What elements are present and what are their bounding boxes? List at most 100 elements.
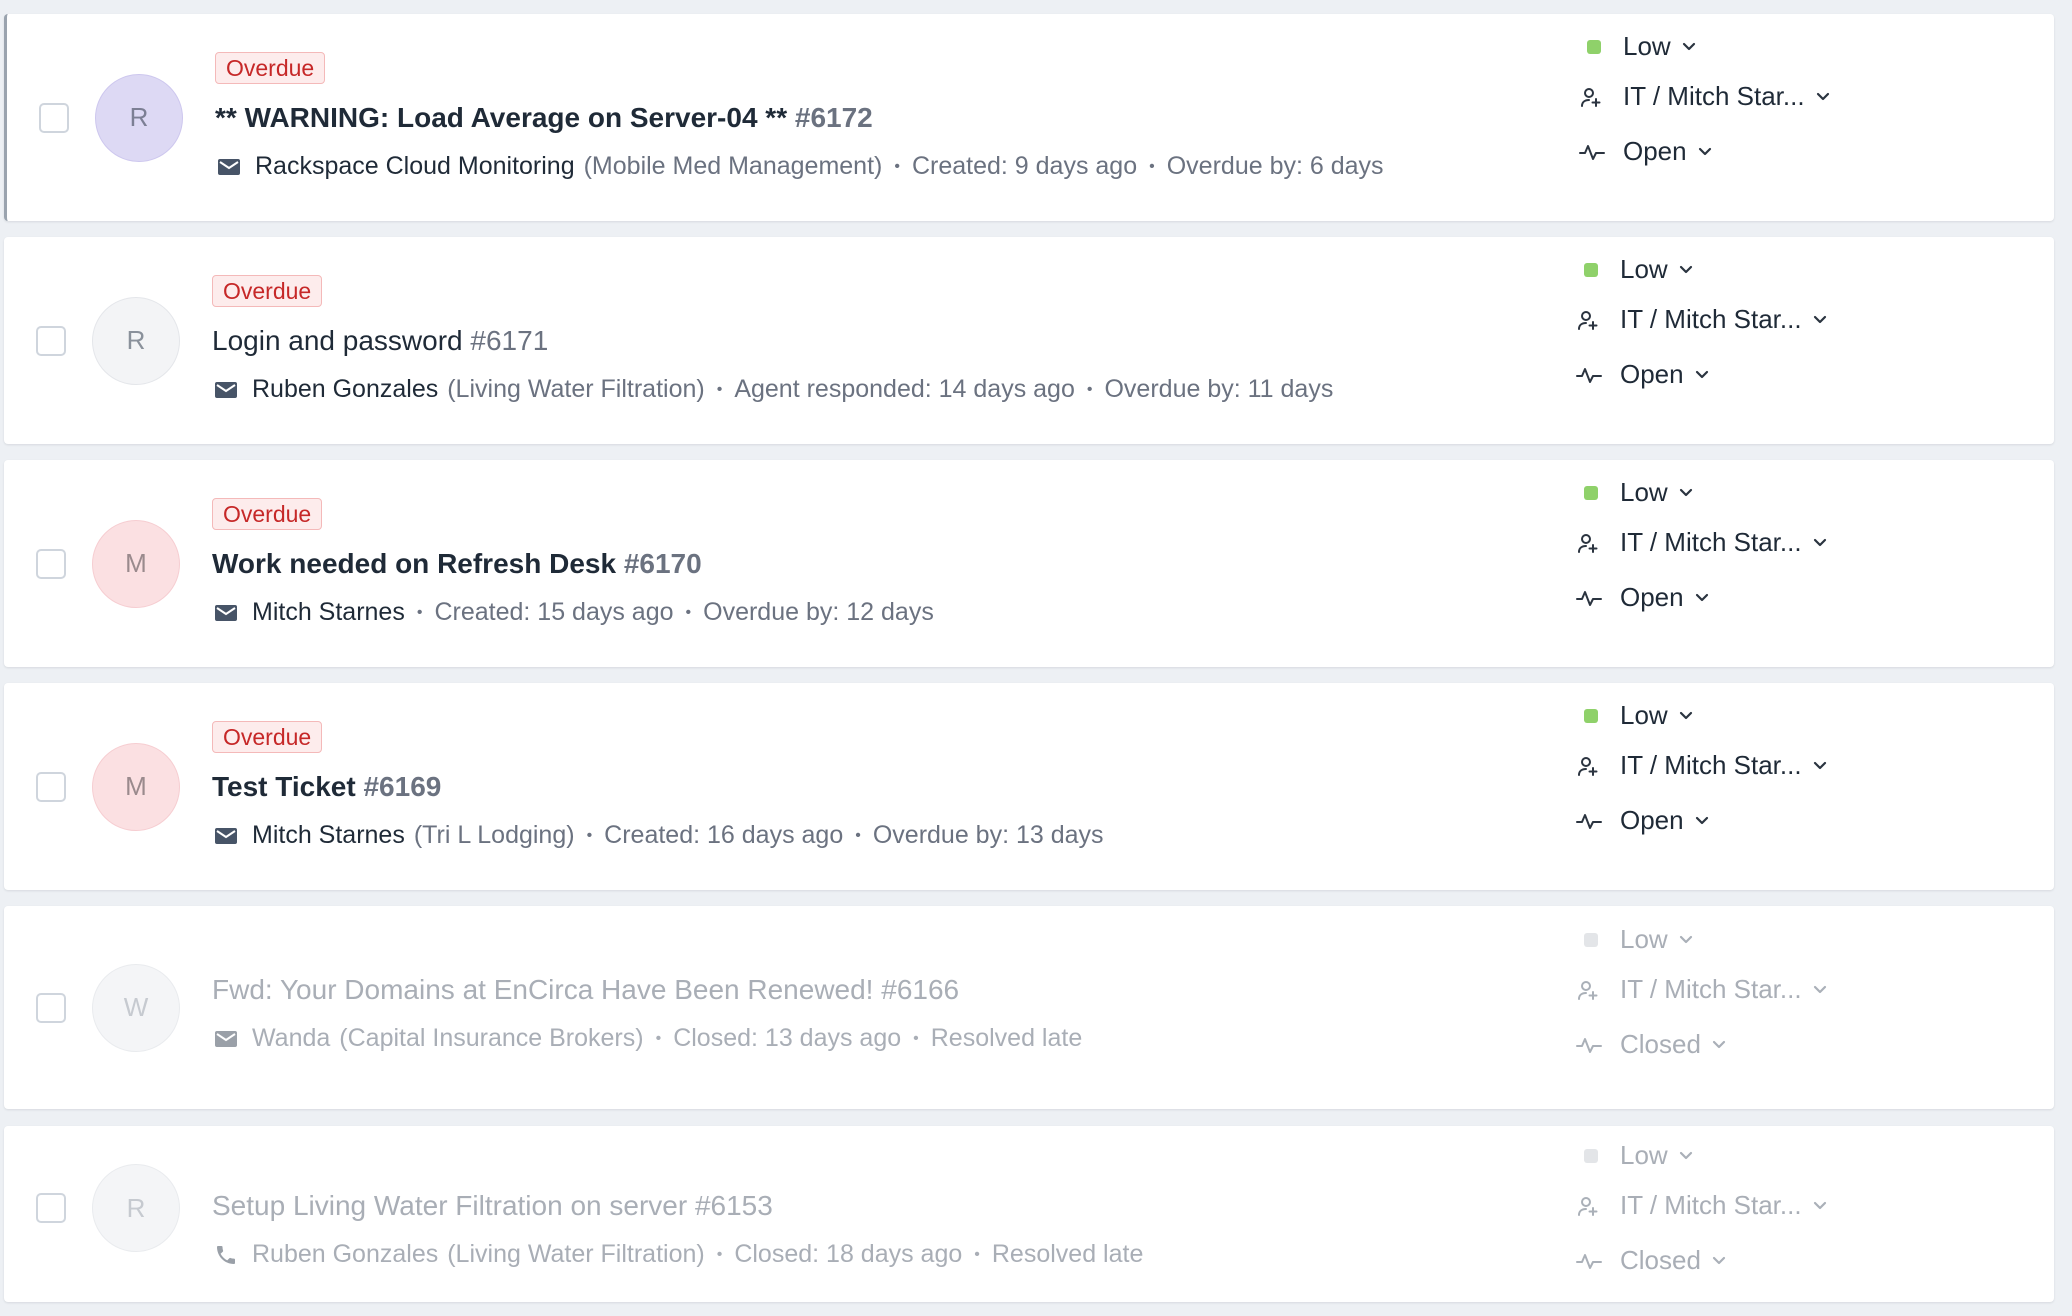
separator-dot: • bbox=[716, 380, 723, 398]
select-checkbox[interactable] bbox=[36, 325, 66, 356]
ticket-card[interactable]: R Setup Living Water Filtration on server… bbox=[4, 1126, 2054, 1302]
chevron-down-icon bbox=[1681, 41, 1697, 53]
ticket-card[interactable]: W Fwd: Your Domains at EnCirca Have Been … bbox=[4, 906, 2054, 1109]
select-checkbox[interactable] bbox=[36, 548, 66, 579]
priority-color-dot bbox=[1584, 1148, 1598, 1163]
requester-name[interactable]: Mitch Starnes bbox=[252, 821, 405, 850]
overdue-badge: Overdue bbox=[215, 52, 326, 84]
requester-name[interactable]: Wanda bbox=[252, 1024, 330, 1053]
user-plus-icon bbox=[1579, 85, 1609, 109]
ticket-number: #6171 bbox=[470, 325, 549, 356]
envelope-icon bbox=[212, 376, 240, 404]
ticket-title[interactable]: Test Ticket #6169 bbox=[212, 771, 441, 803]
assignee-label: IT / Mitch Star... bbox=[1620, 750, 1802, 780]
avatar: R bbox=[95, 73, 183, 162]
separator-dot: • bbox=[416, 603, 423, 621]
ticket-title[interactable]: ** WARNING: Load Average on Server-04 **… bbox=[215, 102, 873, 134]
separator-dot: • bbox=[1086, 380, 1093, 398]
priority-dropdown[interactable]: Low bbox=[1576, 924, 1694, 955]
status-label: Open bbox=[1620, 582, 1684, 612]
status-label: Closed bbox=[1620, 1245, 1701, 1275]
assignee-dropdown[interactable]: IT / Mitch Star... bbox=[1579, 81, 1831, 112]
requester-name[interactable]: Mitch Starnes bbox=[252, 598, 405, 627]
chevron-down-icon bbox=[1812, 984, 1828, 996]
chevron-down-icon bbox=[1694, 592, 1710, 604]
select-checkbox[interactable] bbox=[36, 1193, 66, 1223]
assignee-dropdown[interactable]: IT / Mitch Star... bbox=[1576, 974, 1828, 1005]
chevron-down-icon bbox=[1678, 487, 1694, 499]
ticket-card[interactable]: R Overdue Login and password #6171 Ruben Go… bbox=[4, 237, 2054, 444]
priority-indicator bbox=[1576, 262, 1606, 277]
ticket-detail: Overdue by: 11 days bbox=[1104, 375, 1334, 403]
phone-icon bbox=[212, 1241, 240, 1269]
select-checkbox[interactable] bbox=[36, 992, 66, 1023]
ticket-meta: Rackspace Cloud Monitoring (Mobile Med Ma… bbox=[215, 152, 1384, 181]
activity-icon bbox=[1576, 363, 1606, 387]
ticket-detail: Created: 16 days ago bbox=[604, 821, 844, 849]
chevron-down-icon bbox=[1711, 1039, 1727, 1051]
status-dropdown[interactable]: Open bbox=[1576, 805, 1710, 836]
assignee-dropdown[interactable]: IT / Mitch Star... bbox=[1576, 750, 1828, 781]
priority-label: Low bbox=[1620, 477, 1668, 507]
requester-name[interactable]: Rackspace Cloud Monitoring bbox=[255, 152, 575, 181]
ticket-detail: Overdue by: 6 days bbox=[1166, 152, 1384, 180]
status-label: Open bbox=[1623, 136, 1687, 166]
ticket-meta: Mitch Starnes (Tri L Lodging) • Created: 16… bbox=[212, 821, 1104, 850]
status-dropdown[interactable]: Open bbox=[1576, 582, 1710, 613]
separator-dot: • bbox=[894, 157, 900, 175]
ticket-title[interactable]: Setup Living Water Filtration on server … bbox=[212, 1190, 773, 1222]
priority-dropdown[interactable]: Low bbox=[1579, 31, 1697, 62]
priority-dropdown[interactable]: Low bbox=[1576, 254, 1694, 285]
requester-name[interactable]: Ruben Gonzales bbox=[252, 375, 438, 404]
ticket-title[interactable]: Fwd: Your Domains at EnCirca Have Been R… bbox=[212, 974, 959, 1006]
requester-organization: (Living Water Filtration) bbox=[447, 375, 705, 403]
ticket-detail: Overdue by: 12 days bbox=[703, 598, 934, 626]
activity-icon bbox=[1576, 809, 1606, 833]
ticket-title[interactable]: Work needed on Refresh Desk #6170 bbox=[212, 548, 702, 580]
ticket-number: #6172 bbox=[794, 102, 873, 133]
status-label: Closed bbox=[1620, 1029, 1701, 1059]
assignee-dropdown[interactable]: IT / Mitch Star... bbox=[1576, 527, 1828, 558]
overdue-badge: Overdue bbox=[212, 721, 323, 753]
separator-dot: • bbox=[685, 603, 692, 621]
chevron-down-icon bbox=[1678, 710, 1694, 722]
envelope-icon bbox=[212, 1025, 240, 1053]
priority-indicator bbox=[1576, 932, 1606, 947]
ticket-title[interactable]: Login and password #6171 bbox=[212, 325, 548, 357]
select-checkbox[interactable] bbox=[36, 771, 66, 802]
priority-color-dot bbox=[1584, 932, 1598, 947]
ticket-detail: Agent responded: 14 days ago bbox=[734, 375, 1075, 403]
ticket-meta: Wanda (Capital Insurance Brokers) • Closed:… bbox=[212, 1024, 1082, 1053]
separator-dot: • bbox=[855, 826, 861, 844]
priority-color-dot bbox=[1584, 708, 1598, 723]
ticket-card[interactable]: R Overdue ** WARNING: Load Average on Serv… bbox=[4, 14, 2054, 221]
ticket-card[interactable]: M Overdue Test Ticket #6169 Mitch Starnes (T… bbox=[4, 683, 2054, 890]
select-checkbox[interactable] bbox=[39, 102, 69, 133]
priority-dropdown[interactable]: Low bbox=[1576, 1140, 1694, 1171]
status-dropdown[interactable]: Open bbox=[1576, 359, 1710, 390]
assignee-label: IT / Mitch Star... bbox=[1620, 1190, 1802, 1220]
ticket-meta: Mitch Starnes • Created: 15 days ago • Overd… bbox=[212, 598, 934, 627]
ticket-detail: Resolved late bbox=[930, 1024, 1083, 1052]
priority-dropdown[interactable]: Low bbox=[1576, 700, 1694, 731]
ticket-subject: Setup Living Water Filtration on server bbox=[212, 1190, 688, 1221]
avatar: M bbox=[92, 519, 180, 608]
envelope-icon bbox=[215, 153, 243, 181]
status-label: Open bbox=[1620, 359, 1684, 389]
status-dropdown[interactable]: Open bbox=[1579, 136, 1713, 167]
assignee-dropdown[interactable]: IT / Mitch Star... bbox=[1576, 1190, 1828, 1221]
chevron-down-icon bbox=[1812, 314, 1828, 326]
ticket-card[interactable]: M Overdue Work needed on Refresh Desk #617… bbox=[4, 460, 2054, 667]
ticket-subject: ** WARNING: Load Average on Server-04 ** bbox=[215, 102, 788, 133]
priority-dropdown[interactable]: Low bbox=[1576, 477, 1694, 508]
assignee-dropdown[interactable]: IT / Mitch Star... bbox=[1576, 304, 1828, 335]
requester-name[interactable]: Ruben Gonzales bbox=[252, 1240, 438, 1269]
status-dropdown[interactable]: Closed bbox=[1576, 1245, 1727, 1276]
separator-dot: • bbox=[1149, 157, 1155, 175]
priority-indicator bbox=[1579, 39, 1609, 54]
status-dropdown[interactable]: Closed bbox=[1576, 1029, 1727, 1060]
user-plus-icon bbox=[1576, 754, 1606, 778]
chevron-down-icon bbox=[1678, 934, 1694, 946]
ticket-subject: Login and password bbox=[212, 325, 463, 356]
ticket-detail: Resolved late bbox=[991, 1240, 1144, 1268]
